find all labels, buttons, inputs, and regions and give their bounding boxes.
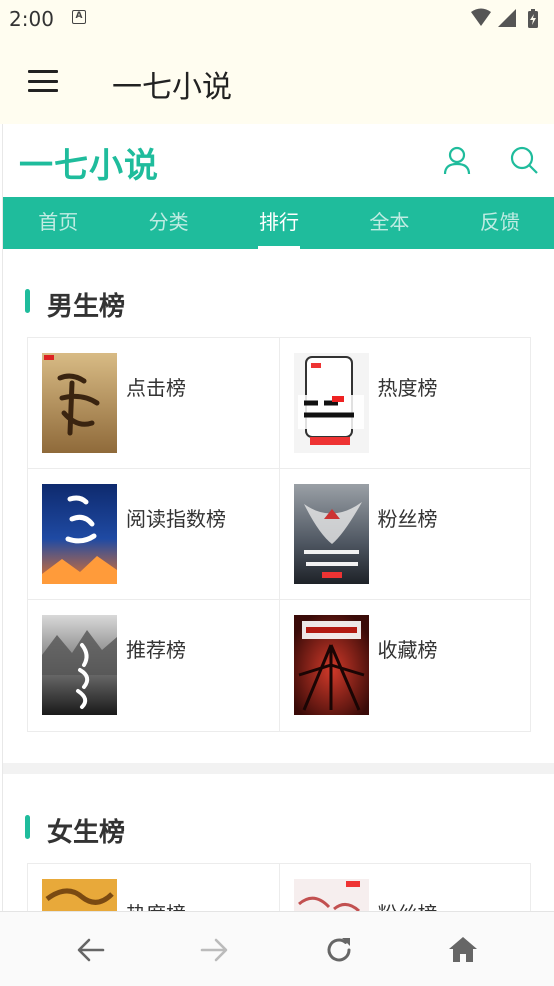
main-nav: 首页 分类 排行 全本 反馈 [3,197,554,249]
user-icon[interactable] [441,144,473,176]
female-section-heading: 女生榜 [47,818,126,848]
ranking-recommend[interactable]: 推荐榜 [28,600,280,731]
forward-arrow-icon[interactable] [198,934,230,966]
battery-icon [528,9,538,28]
section-divider [3,763,554,774]
ranking-click[interactable]: 点击榜 [28,338,280,468]
nav-category[interactable]: 分类 [113,197,223,249]
site-header: 一七小说 [3,124,554,197]
male-ranking-grid: 点击榜 热度榜 阅读指数榜 粉丝榜 推荐榜 收藏榜 [27,337,531,732]
ranking-hot[interactable]: 热度榜 [280,338,531,468]
wifi-icon [471,8,491,26]
book-cover-image [293,484,369,584]
book-cover-image [42,615,117,715]
ranking-label: 推荐榜 [126,638,186,662]
grid-row: 阅读指数榜 粉丝榜 [28,469,530,600]
back-arrow-icon[interactable] [75,934,107,966]
app-bar: 一七小说 [0,38,554,124]
status-bar: 2:00 A [0,0,554,38]
ranking-label: 粉丝榜 [377,507,438,531]
app-title: 一七小说 [112,70,232,105]
grid-row: 点击榜 热度榜 [28,338,530,469]
ranking-read-index[interactable]: 阅读指数榜 [28,469,280,599]
web-content: 一七小说 首页 分类 排行 全本 反馈 男生榜 点击榜 热度榜 阅读指数榜 粉丝… [2,124,554,986]
book-cover-image [42,484,117,584]
section-accent-bar [25,815,30,839]
nav-feedback[interactable]: 反馈 [445,197,554,249]
site-logo[interactable]: 一七小说 [19,138,159,187]
notification-a-icon: A [72,10,86,24]
browser-bottom-bar [0,911,554,986]
ranking-fans[interactable]: 粉丝榜 [280,469,531,599]
ranking-label: 阅读指数榜 [126,507,226,531]
ranking-label: 热度榜 [377,376,438,400]
hamburger-menu-icon[interactable] [28,70,58,92]
refresh-icon[interactable] [323,934,355,966]
status-icons [470,8,542,34]
section-accent-bar [25,289,30,313]
male-section-heading: 男生榜 [47,292,126,322]
ranking-collect[interactable]: 收藏榜 [280,600,531,731]
cellular-signal-icon [498,9,516,27]
book-cover-image [293,615,369,715]
search-icon[interactable] [508,144,540,176]
grid-row: 推荐榜 收藏榜 [28,600,530,731]
book-cover-image [42,353,117,453]
status-time: 2:00 [9,7,54,31]
nav-complete[interactable]: 全本 [334,197,444,249]
ranking-label: 点击榜 [126,376,186,400]
book-cover-image [293,353,369,453]
nav-home[interactable]: 首页 [3,197,113,249]
home-icon[interactable] [447,934,479,966]
ranking-label: 收藏榜 [377,638,438,662]
nav-ranking[interactable]: 排行 [224,197,334,249]
